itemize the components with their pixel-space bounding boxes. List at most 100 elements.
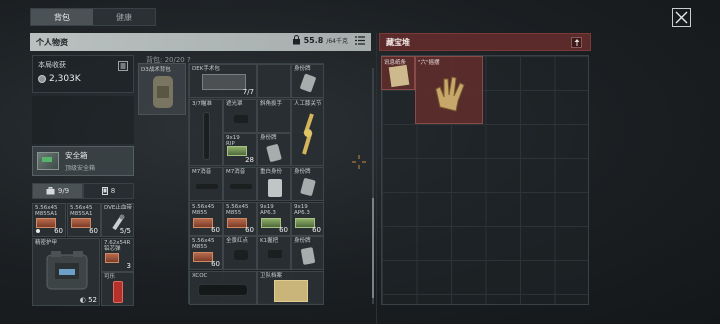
wrench-slot[interactable]: 斜角扳手 [257, 99, 291, 133]
armor-count: 9/9 [57, 187, 70, 195]
id-tag-icon [268, 179, 282, 197]
surgical-kit-icon [202, 74, 246, 90]
guard-dossier-slot[interactable]: 卫队档案 [257, 271, 324, 305]
item-name: "六"摇摆 [418, 60, 440, 66]
pin-icon [574, 39, 579, 46]
hand-sign-item[interactable]: "六"摇摆 [415, 56, 483, 124]
harvest-list-icon[interactable] [118, 61, 128, 71]
item-qty: 60 [312, 226, 321, 234]
suppressor-slot[interactable]: M7消音 [223, 167, 257, 201]
armor-count-tab[interactable]: 9/9 [32, 183, 83, 199]
armor-vest-icon [46, 251, 88, 290]
item-name: 5.56x45 M855 [192, 238, 215, 250]
item-name: M7消音 [226, 169, 246, 175]
armor-slot[interactable]: 精密护甲 ◐ 52 [32, 238, 100, 306]
tab-health[interactable]: 健康 [93, 9, 155, 25]
ammo-slot[interactable]: 5.56x45 M855 60 [189, 202, 223, 236]
grip-slot[interactable]: K1握把 [257, 236, 291, 270]
item-name: DVE止血带 [104, 205, 132, 211]
rifle-ammo-slot[interactable]: 7.62x54R 铅芯弹 3 [101, 238, 134, 272]
personal-title: 个人物资 [36, 37, 68, 47]
marker-dot [36, 229, 40, 233]
red-dot-icon [234, 250, 248, 260]
item-qty: 60 [89, 227, 98, 235]
backpack-slot[interactable]: D3战术背包 [138, 63, 186, 115]
xcog-scope-slot[interactable]: XCOC [189, 271, 257, 305]
ammo-icon [36, 218, 56, 228]
item-name: 9x19 AP6.3 [260, 204, 276, 216]
chest-pin-button[interactable] [571, 37, 582, 48]
phone-icon [101, 187, 108, 195]
item-name: 身份牌 [260, 135, 277, 141]
ammo-slot[interactable]: 5.56x45 M855 60 [223, 202, 257, 236]
ammo-icon [227, 218, 247, 228]
item-name: 5.56x45 M855 [192, 204, 215, 216]
sunshade-icon [234, 115, 248, 123]
column-divider [376, 33, 377, 324]
dogtag-slot[interactable]: 身份牌 [291, 236, 324, 270]
dogtag-slot[interactable]: 身份牌 [257, 133, 291, 166]
ammo-icon [227, 146, 247, 156]
chest-header: 藏宝堆 [379, 33, 591, 51]
sunshade-slot[interactable]: 遮光罩 [223, 99, 257, 133]
list-icon[interactable] [355, 35, 365, 45]
crosshair-icon [352, 155, 366, 169]
surgical-kit-slot[interactable]: DEK手术包 7/7 [189, 64, 257, 98]
item-name: 全景红点 [226, 238, 249, 244]
item-name: 遮光罩 [226, 101, 243, 107]
ammo-slot[interactable]: 5.56x45 M855A1 60 [67, 203, 101, 237]
item-name: 人工膝关节 [294, 101, 322, 107]
harvest-amount: 2,303K [49, 74, 81, 84]
hand-sign-icon [435, 76, 465, 112]
pistol-ammo-slot[interactable]: 9x19 RIP 28 [223, 133, 257, 166]
pistol-ammo-slot[interactable]: 9x19 AP6.3 60 [291, 202, 324, 236]
note-item[interactable]: 讯息纸条 [381, 56, 415, 90]
dogtag-icon [300, 177, 316, 197]
item-name: 身份牌 [294, 238, 311, 244]
id-tag-slot[interactable]: 重白身份 [257, 167, 291, 201]
item-qty: 60 [245, 226, 254, 234]
empty-slot[interactable] [257, 64, 291, 98]
scrollbar-thumb[interactable] [372, 198, 374, 298]
item-name: 3/7瞄准 [192, 101, 212, 107]
harvest-panel: 本局收获 2,303K [32, 55, 134, 93]
other-count: 8 [110, 187, 116, 195]
item-name: 卫队档案 [260, 273, 283, 279]
dossier-icon [274, 280, 308, 302]
other-count-tab[interactable]: 8 [83, 183, 134, 199]
ammo-slot[interactable]: 5.56x45 M855 60 [189, 236, 223, 270]
xcog-scope-icon [198, 284, 248, 296]
safebox-icon [37, 152, 59, 170]
dogtag-slot[interactable]: 身份牌 [291, 64, 324, 98]
item-qty: 7/7 [242, 88, 254, 96]
empty-equipment-area [32, 96, 134, 144]
suppressor-slot[interactable]: M7消音 [189, 167, 223, 201]
red-dot-slot[interactable]: 全景红点 [223, 236, 257, 270]
close-button[interactable] [672, 8, 691, 27]
cola-slot[interactable]: 可乐 [101, 272, 134, 306]
backpack-icon [153, 76, 173, 108]
item-name: 7.62x54R 铅芯弹 [104, 240, 131, 252]
tourniquet-slot[interactable]: DVE止血带 5/5 [101, 203, 134, 237]
item-qty: 3 [126, 262, 131, 270]
item-name: 5.56x45 M855 [226, 204, 249, 216]
ammo-icon [71, 218, 91, 228]
cola-can-icon [113, 281, 123, 303]
suppressor-icon [230, 184, 252, 189]
item-qty: 28 [245, 156, 254, 164]
grip-icon [268, 250, 282, 258]
item-name: 5.56x45 M855A1 [70, 205, 93, 217]
pistol-ammo-slot[interactable]: 9x19 AP6.3 60 [257, 202, 291, 236]
item-name: K1握把 [260, 238, 279, 244]
knee-joint-slot[interactable]: 人工膝关节 [291, 99, 324, 166]
chest-title: 藏宝堆 [386, 37, 410, 47]
ammo-slot[interactable]: 5.56x45 M855A1 60 [32, 203, 66, 237]
backpack-scrollbar[interactable] [372, 68, 374, 304]
scope-slot[interactable]: 3/7瞄准 [189, 99, 223, 166]
dogtag-slot[interactable]: 身份牌 [291, 167, 324, 201]
tab-backpack[interactable]: 背包 [31, 9, 93, 25]
slot-counts: 9/9 8 [32, 183, 134, 199]
item-qty: 60 [211, 260, 220, 268]
safebox-slot[interactable]: 安全箱 顶级安全箱 [32, 146, 134, 176]
coin-icon [38, 75, 46, 83]
